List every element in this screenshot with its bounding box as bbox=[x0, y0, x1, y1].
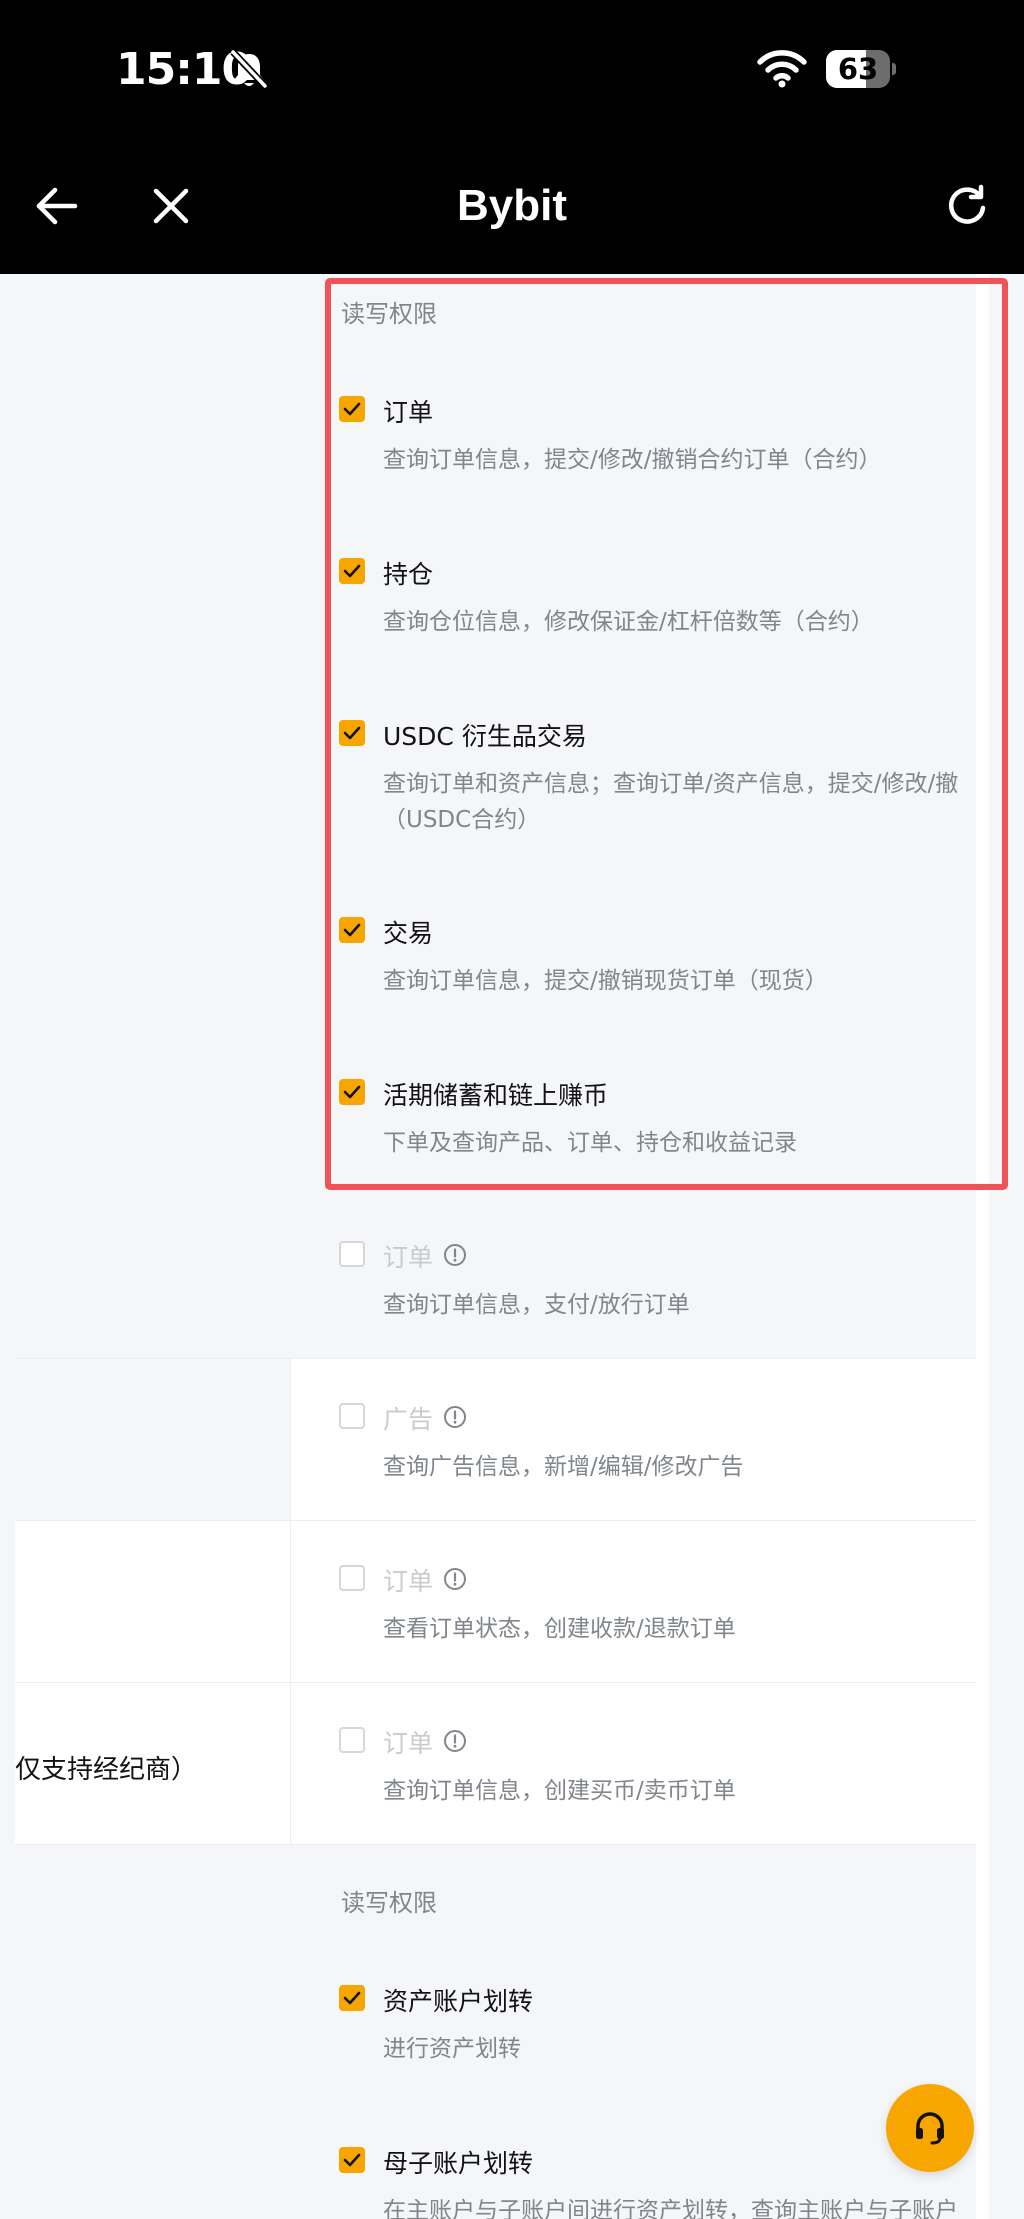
permission-row-broker: 仅支持经纪商） bbox=[15, 1683, 976, 1845]
broker-label: 仅支持经纪商） bbox=[15, 1755, 198, 1785]
permission-row-ad bbox=[15, 1359, 976, 1521]
checkbox-pay-order[interactable] bbox=[339, 1565, 365, 1591]
checkbox-p2p-order[interactable] bbox=[339, 1241, 365, 1267]
permission-title: 母子账户划转 bbox=[383, 2149, 534, 2178]
info-icon[interactable] bbox=[443, 1243, 467, 1267]
permission-title: 订单 bbox=[383, 1243, 434, 1272]
section-header: 读写权限 bbox=[341, 1889, 437, 1917]
status-bar: 15:10 63 bbox=[0, 0, 1024, 138]
checkbox-p2p-ad[interactable] bbox=[339, 1403, 365, 1429]
permission-desc: 查看订单状态，创建收款/退款订单 bbox=[383, 1616, 736, 1642]
battery-icon: 63 bbox=[826, 50, 896, 88]
wifi-icon bbox=[757, 50, 807, 88]
info-icon[interactable] bbox=[443, 1567, 467, 1591]
checkmark-icon bbox=[343, 2153, 361, 2167]
refresh-button[interactable] bbox=[935, 174, 999, 238]
checkbox-broker-order[interactable] bbox=[339, 1727, 365, 1753]
permission-row-pay bbox=[15, 1521, 976, 1683]
permission-desc: 查询订单信息，支付/放行订单 bbox=[383, 1292, 690, 1318]
close-icon bbox=[153, 188, 189, 224]
permission-title: 资产账户划转 bbox=[383, 1987, 534, 2016]
permission-title: 订单 bbox=[383, 1729, 434, 1758]
permission-desc: 进行资产划转 bbox=[383, 2036, 521, 2062]
headset-icon bbox=[916, 2112, 944, 2145]
permission-desc: 在主账户与子账户间进行资产划转，查询主账户与子账户 bbox=[383, 2198, 958, 2219]
permissions-content[interactable]: 仅支持经纪商） 读写权限 订单 查询订单信息，提交/修改/撤销合约订单（合约） … bbox=[0, 274, 1024, 2219]
checkbox-asset-transfer[interactable] bbox=[339, 1985, 365, 2011]
nav-bar: Bybit bbox=[0, 138, 1024, 274]
permission-title: 订单 bbox=[383, 1567, 434, 1596]
permission-desc: 查询订单信息，创建买币/卖币订单 bbox=[383, 1778, 736, 1804]
checkmark-icon bbox=[343, 1991, 361, 2005]
checkbox-subaccount-transfer[interactable] bbox=[339, 2147, 365, 2173]
battery-level: 63 bbox=[837, 52, 879, 86]
close-button[interactable] bbox=[139, 174, 203, 238]
permission-desc: 查询广告信息，新增/编辑/修改广告 bbox=[383, 1454, 744, 1480]
info-icon[interactable] bbox=[443, 1405, 467, 1429]
highlight-annotation bbox=[325, 278, 1008, 1190]
refresh-icon bbox=[948, 184, 986, 224]
support-button[interactable] bbox=[886, 2084, 974, 2172]
bell-muted-icon bbox=[230, 49, 268, 89]
permission-title: 广告 bbox=[383, 1405, 434, 1434]
info-icon[interactable] bbox=[443, 1729, 467, 1753]
back-button[interactable] bbox=[25, 174, 89, 238]
arrow-left-icon bbox=[36, 187, 78, 225]
